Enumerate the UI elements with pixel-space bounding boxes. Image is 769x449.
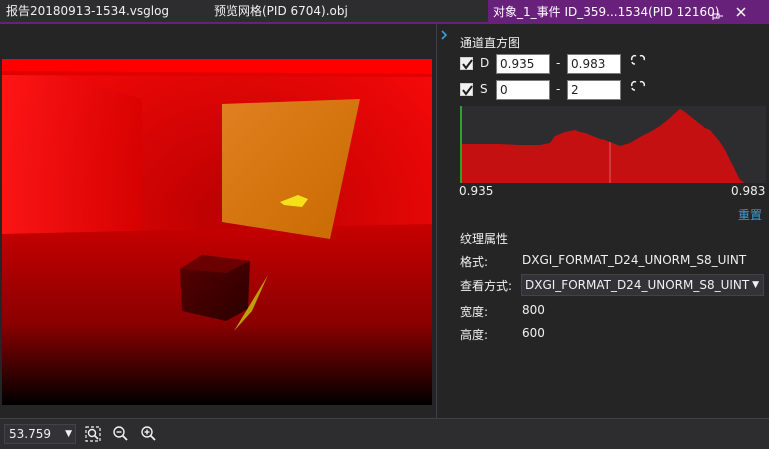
chevron-down-icon: ▼	[65, 429, 72, 439]
zoom-in-icon[interactable]	[140, 425, 158, 443]
channel-d-max-input[interactable]: 0.983	[567, 54, 621, 74]
reset-link[interactable]: 重置	[738, 206, 762, 223]
histogram-range-max: 0.983	[731, 184, 766, 198]
range-dash: -	[556, 56, 561, 70]
height-label: 高度:	[460, 328, 489, 342]
view-as-select[interactable]: DXGI_FORMAT_D24_UNORM_S8_UINT ▼	[521, 274, 764, 296]
width-value: 800	[522, 303, 545, 317]
link-icon[interactable]	[630, 80, 646, 92]
chevron-right-icon[interactable]	[440, 30, 448, 43]
tab-object-event-label: 对象_1_事件 ID_359...1534(PID 12160)	[493, 5, 720, 19]
height-value: 600	[522, 326, 545, 340]
texture-viewport[interactable]	[0, 24, 437, 418]
channel-d-label: D	[480, 56, 490, 70]
tab-report-vsglog[interactable]: 报告20180913-1534.vsglog	[6, 0, 169, 22]
zoom-fit-icon[interactable]	[84, 425, 102, 443]
texture-properties-title: 纹理属性	[460, 232, 509, 246]
zoom-level-value: 53.759	[9, 427, 51, 441]
zoom-out-icon[interactable]	[112, 425, 130, 443]
format-label: 格式:	[460, 255, 489, 269]
depth-texture-image[interactable]	[2, 59, 432, 405]
channel-s-min-input[interactable]: 0	[496, 80, 550, 100]
pin-icon[interactable]	[712, 6, 724, 20]
zoom-level-combo[interactable]: 53.759 ▼	[4, 424, 76, 444]
histogram-plot[interactable]	[460, 106, 766, 183]
document-tab-strip: 报告20180913-1534.vsglog 预览网格(PID 6704).ob…	[0, 0, 769, 24]
channel-histogram-title: 通道直方图	[460, 36, 521, 50]
close-icon[interactable]	[734, 5, 748, 19]
format-value: DXGI_FORMAT_D24_UNORM_S8_UINT	[522, 253, 747, 267]
histogram-range-min: 0.935	[459, 184, 494, 198]
channel-s-label: S	[480, 82, 488, 96]
tab-preview-mesh[interactable]: 预览网格(PID 6704).obj	[214, 0, 348, 22]
chevron-down-icon: ▼	[752, 280, 759, 290]
channel-s-max-input[interactable]: 2	[567, 80, 621, 100]
histogram-area	[460, 109, 766, 183]
view-as-label: 查看方式:	[460, 279, 513, 293]
bottom-toolbar: 53.759 ▼	[0, 418, 769, 449]
width-label: 宽度:	[460, 305, 489, 319]
channel-d-min-input[interactable]: 0.935	[496, 54, 550, 74]
view-as-select-value: DXGI_FORMAT_D24_UNORM_S8_UINT	[525, 278, 750, 292]
range-dash: -	[556, 82, 561, 96]
link-icon[interactable]	[630, 54, 646, 66]
channel-s-checkbox[interactable]	[460, 83, 473, 96]
channel-d-checkbox[interactable]	[460, 57, 473, 70]
histogram-properties-panel: 通道直方图 D 0.935 - 0.983 S 0 - 2 0.935 0.98…	[437, 24, 769, 418]
tab-object-event[interactable]: 对象_1_事件 ID_359...1534(PID 12160)	[488, 0, 769, 24]
